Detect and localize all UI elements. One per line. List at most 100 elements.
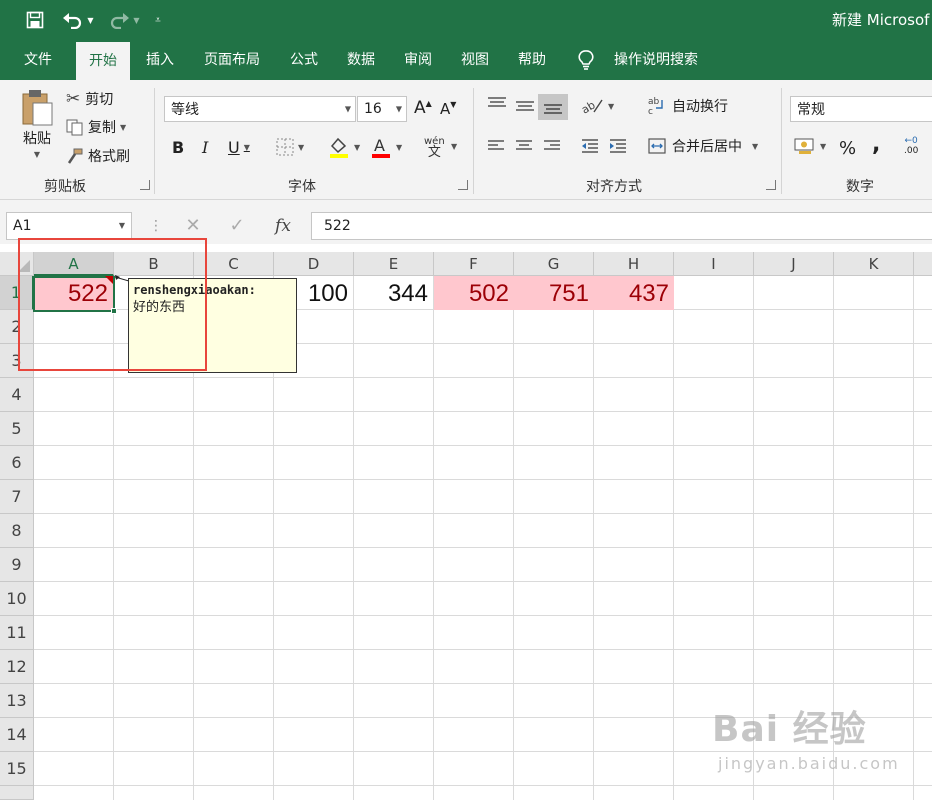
title-bar: ▼ ▼ ⩡ 新建 Microsof xyxy=(0,0,932,40)
alignment-group-label: 对齐方式 xyxy=(586,179,642,195)
undo-icon[interactable]: ▼ xyxy=(58,8,98,32)
tab-page-layout[interactable]: 页面布局 xyxy=(192,40,272,80)
cell-h1[interactable]: 437 xyxy=(594,276,674,310)
row-header-5[interactable]: 5 xyxy=(0,412,34,446)
format-painter-button[interactable]: 格式刷 xyxy=(66,145,130,167)
tab-help[interactable]: 帮助 xyxy=(506,40,558,80)
underline-button[interactable]: U ▼ xyxy=(228,138,250,157)
grow-font-button[interactable]: A ▲ xyxy=(414,98,432,118)
tab-view[interactable]: 视图 xyxy=(450,40,500,80)
clipboard-launcher-icon[interactable] xyxy=(140,180,150,190)
column-header-g[interactable]: G xyxy=(514,252,594,276)
decrease-indent-button[interactable] xyxy=(580,138,600,154)
cell-e1[interactable]: 344 xyxy=(354,276,433,310)
tab-data[interactable]: 数据 xyxy=(336,40,386,80)
column-header-i[interactable]: I xyxy=(674,252,754,276)
cut-button[interactable]: ✂ 剪切 xyxy=(66,88,113,110)
align-center-button[interactable] xyxy=(514,138,534,154)
align-right-icon xyxy=(542,138,562,154)
shrink-font-button[interactable]: A ▼ xyxy=(440,100,456,119)
font-color-button[interactable]: A ▼ xyxy=(370,136,402,158)
column-header-k[interactable]: K xyxy=(834,252,914,276)
align-top-button[interactable] xyxy=(486,96,508,112)
column-header-f[interactable]: F xyxy=(434,252,514,276)
tell-me-search[interactable]: 操作说明搜索 xyxy=(602,40,710,80)
alignment-launcher-icon[interactable] xyxy=(766,180,776,190)
align-middle-button[interactable] xyxy=(514,98,536,114)
number-group-label: 数字 xyxy=(846,179,874,195)
cancel-button[interactable]: ✕ xyxy=(180,212,206,240)
copy-button[interactable]: 复制 ▼ xyxy=(66,116,126,138)
comma-style-button[interactable]: , xyxy=(872,132,880,157)
cell-f1[interactable]: 502 xyxy=(434,276,514,310)
baidu-jingyan-watermark: Bai 经验 jingyan.baidu.com xyxy=(712,700,922,790)
decrease-indent-icon xyxy=(580,138,600,154)
tab-home[interactable]: 开始 xyxy=(76,42,130,80)
percent-button[interactable]: % xyxy=(839,138,856,159)
redo-icon[interactable]: ▼ xyxy=(104,8,144,32)
row-header-16[interactable] xyxy=(0,786,34,800)
phonetic-button[interactable]: wén 文 xyxy=(424,136,445,159)
grow-font-label: A xyxy=(414,98,426,118)
save-icon[interactable] xyxy=(22,8,48,32)
column-header-d[interactable]: D xyxy=(274,252,354,276)
wrap-text-button[interactable]: ab c 自动换行 xyxy=(648,96,728,116)
row-header-6[interactable]: 6 xyxy=(0,446,34,480)
italic-button[interactable]: I xyxy=(202,138,208,157)
align-right-button[interactable] xyxy=(542,138,562,154)
formula-input[interactable]: 522 xyxy=(311,212,932,240)
name-box[interactable]: A1 ▼ xyxy=(6,212,132,240)
font-launcher-icon[interactable] xyxy=(458,180,468,190)
bold-button[interactable]: B xyxy=(172,138,184,157)
watermark-logo: Bai 经验 xyxy=(712,709,867,750)
row-header-15[interactable]: 15 xyxy=(0,752,34,786)
row-header-12[interactable]: 12 xyxy=(0,650,34,684)
paste-button[interactable]: 粘贴 ▼ xyxy=(14,88,60,172)
annotation-highlight-box xyxy=(18,238,207,371)
tab-review[interactable]: 审阅 xyxy=(392,40,444,80)
text-orientation-icon: ab xyxy=(580,96,604,116)
column-header-h[interactable]: H xyxy=(594,252,674,276)
align-middle-icon xyxy=(514,98,536,114)
align-left-button[interactable] xyxy=(486,138,506,154)
row-header-8[interactable]: 8 xyxy=(0,514,34,548)
more-options-icon[interactable]: ⋮ xyxy=(149,218,163,234)
row-header-10[interactable]: 10 xyxy=(0,582,34,616)
tab-insert[interactable]: 插入 xyxy=(134,40,186,80)
svg-text:A: A xyxy=(374,136,385,155)
orientation-button[interactable]: ab ▼ xyxy=(580,96,614,116)
borders-button[interactable]: ▼ xyxy=(276,138,304,156)
row-header-9[interactable]: 9 xyxy=(0,548,34,582)
accounting-format-button[interactable]: ▼ xyxy=(794,136,826,156)
increase-decimal-button[interactable]: ←0 .00 xyxy=(904,136,918,156)
row-header-4[interactable]: 4 xyxy=(0,378,34,412)
cell-g1[interactable]: 751 xyxy=(514,276,594,310)
customize-quick-access-icon[interactable]: ⩡ xyxy=(148,8,168,32)
lightbulb-icon[interactable] xyxy=(578,50,594,74)
decimal-arrow-icon: ←0 xyxy=(904,136,918,146)
row-header-14[interactable]: 14 xyxy=(0,718,34,752)
row-header-11[interactable]: 11 xyxy=(0,616,34,650)
tab-formulas[interactable]: 公式 xyxy=(278,40,330,80)
insert-function-button[interactable]: fx xyxy=(270,212,296,240)
font-size-dropdown[interactable]: 16 ▼ xyxy=(357,96,407,122)
tab-file[interactable]: 文件 xyxy=(10,40,66,80)
column-header-e[interactable]: E xyxy=(354,252,434,276)
number-format-dropdown[interactable]: 常规 xyxy=(790,96,932,122)
font-name-dropdown[interactable]: 等线 ▼ xyxy=(164,96,356,122)
phonetic-dropdown-icon[interactable]: ▼ xyxy=(451,142,457,151)
column-header-l[interactable] xyxy=(914,252,932,276)
column-header-j[interactable]: J xyxy=(754,252,834,276)
align-bottom-icon xyxy=(542,99,564,115)
wrap-text-label: 自动换行 xyxy=(672,99,728,115)
row-header-7[interactable]: 7 xyxy=(0,480,34,514)
increase-indent-button[interactable] xyxy=(608,138,628,154)
fill-bucket-icon xyxy=(328,136,350,158)
merge-center-button[interactable]: 合并后居中 ▼ xyxy=(648,136,758,156)
row-header-13[interactable]: 13 xyxy=(0,684,34,718)
enter-button[interactable]: ✓ xyxy=(224,212,250,240)
fill-color-button[interactable]: ▼ xyxy=(328,136,360,158)
window-title: 新建 Microsof xyxy=(832,11,930,29)
scissors-icon: ✂ xyxy=(66,89,81,109)
align-bottom-button[interactable] xyxy=(538,94,568,120)
